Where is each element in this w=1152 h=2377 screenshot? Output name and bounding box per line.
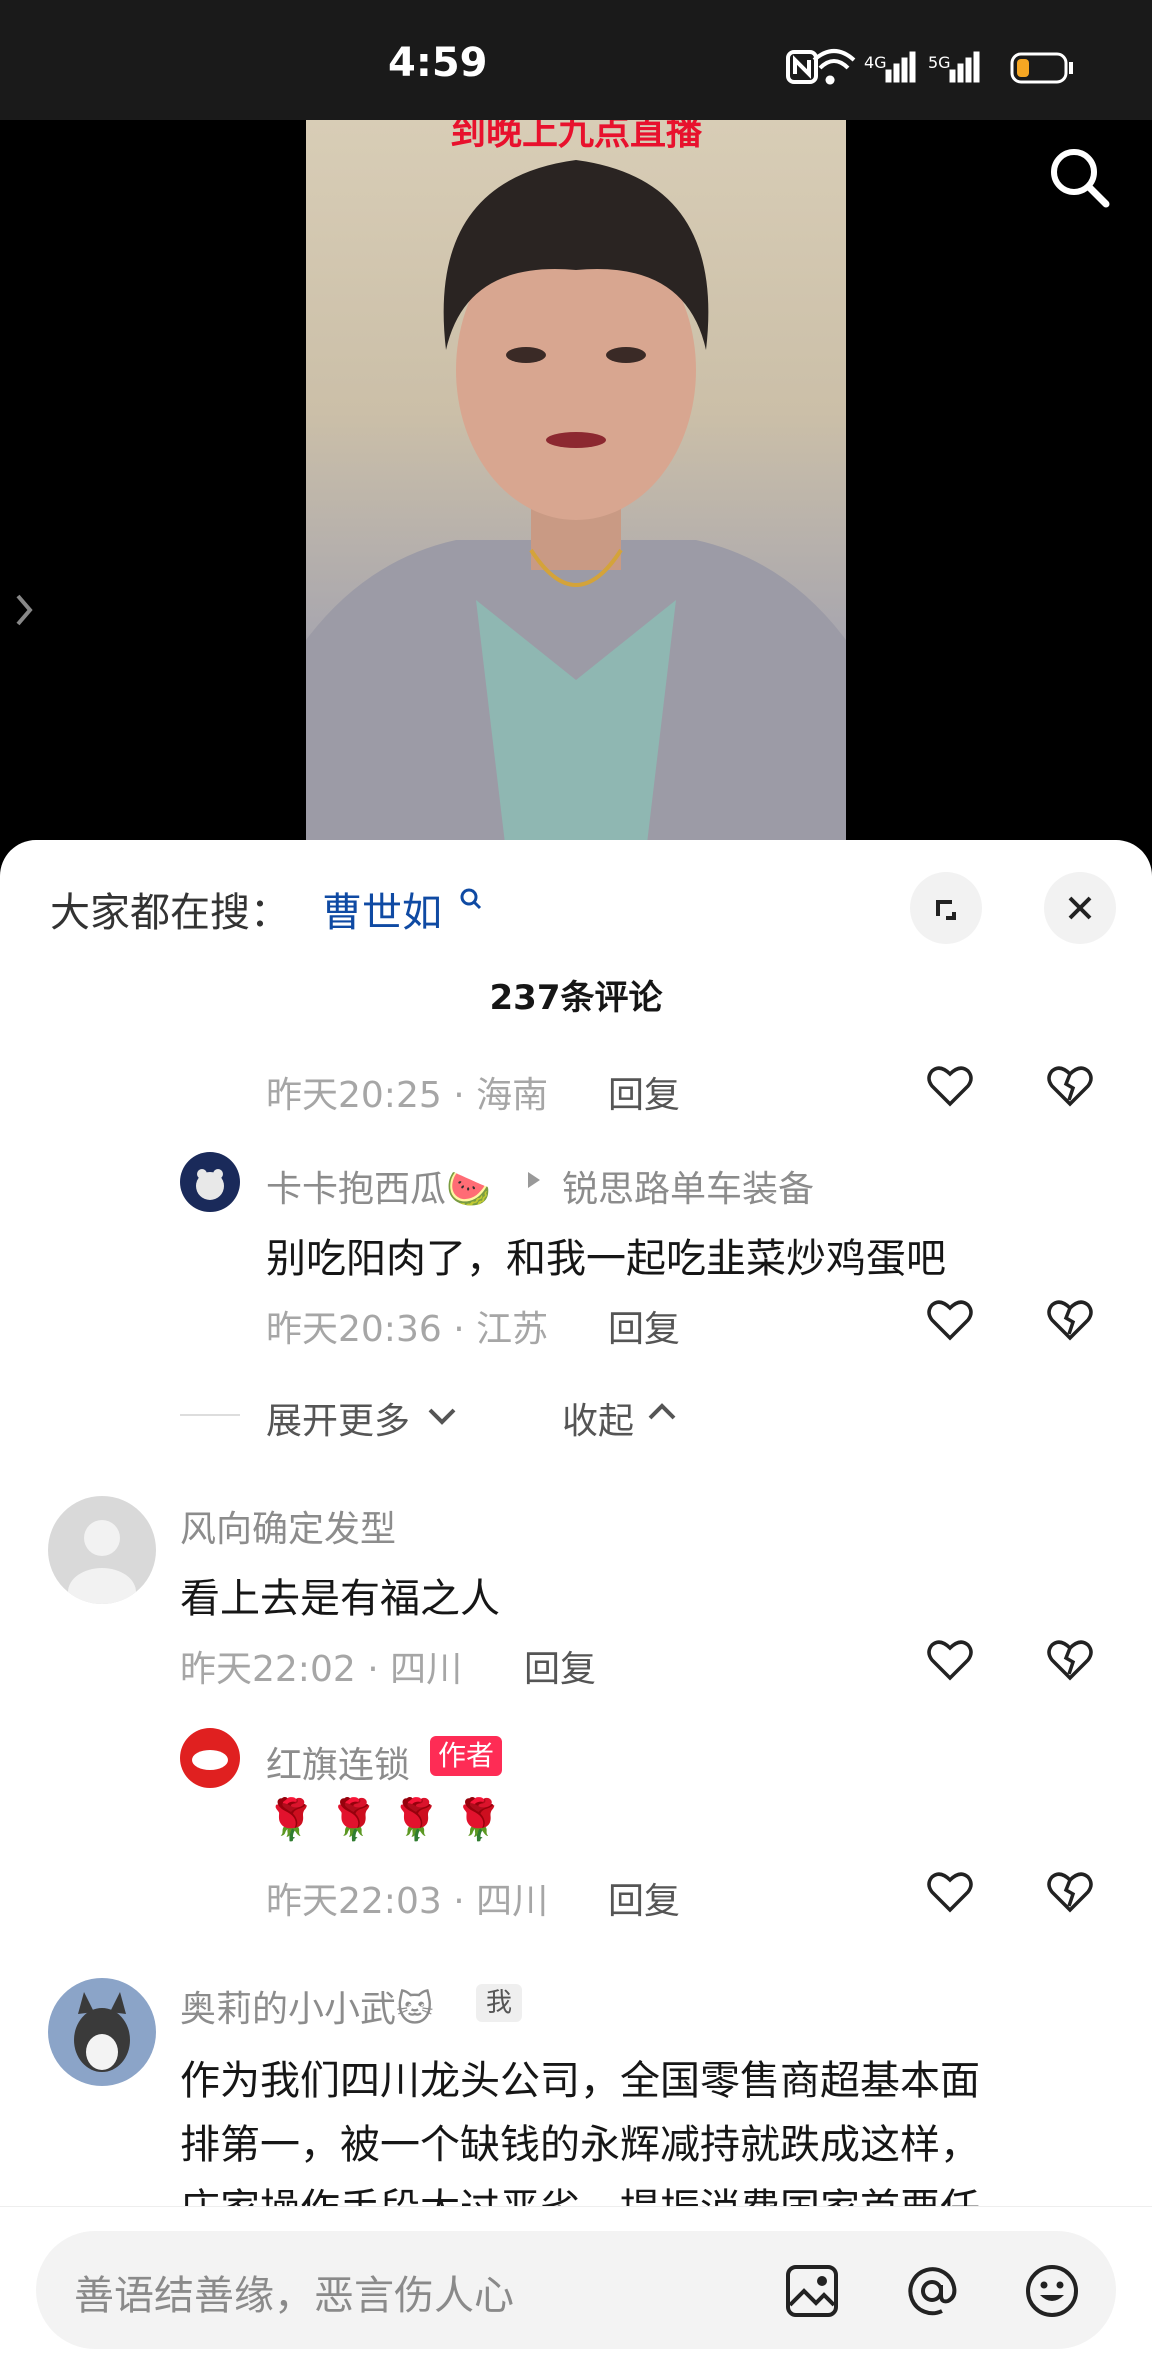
emoji-icon[interactable] [1022,2261,1082,2321]
svg-text:5G: 5G [928,53,951,72]
comment-input-placeholder: 善语结善缘，恶言伤人心 [74,2273,514,2319]
comment-text: 看上去是有福之人 [180,1576,500,1622]
reply-button[interactable]: 回复 [608,1066,680,1118]
video-person-image [306,160,846,852]
chevron-down-icon[interactable] [424,1402,460,1432]
comment-text: 别吃阳肉了，和我一起吃韭菜炒鸡蛋吧 [266,1236,946,1282]
comment-username[interactable]: 奥莉的小小武🐱 [180,1980,434,2032]
avatar[interactable] [180,1152,240,1212]
like-icon[interactable] [922,1058,978,1114]
like-icon[interactable] [922,1864,978,1920]
collapse-button[interactable]: 收起 [562,1392,634,1444]
clock: 4:59 [388,40,488,86]
comment-username[interactable]: 卡卡抱西瓜🍉 [266,1160,491,1212]
status-icons: 4G 5G [786,49,1073,85]
search-suggestion-term[interactable]: 曹世如 [322,880,442,938]
comment-input-bar: 善语结善缘，恶言伤人心 [0,2206,1152,2377]
divider [180,1414,240,1416]
avatar[interactable] [48,1496,156,1604]
svg-text:4G: 4G [864,53,887,72]
close-icon [1068,896,1092,920]
comment-text-line: 作为我们四川龙头公司，全国零售商超基本面 [180,2058,980,2104]
me-badge: 我 [476,1984,523,2022]
comment-meta: 昨天20:25 · 海南 [266,1075,549,1116]
search-icon[interactable] [1044,142,1116,214]
close-button[interactable] [1044,872,1116,944]
chevron-up-icon[interactable] [644,1396,680,1426]
dislike-icon[interactable] [1042,1632,1098,1688]
reply-to-username[interactable]: 锐思路单车装备 [562,1160,814,1212]
comment-input[interactable]: 善语结善缘，恶言伤人心 [36,2231,1116,2349]
image-icon[interactable] [782,2261,842,2321]
search-small-icon [460,888,482,910]
expand-button[interactable] [910,872,982,944]
avatar[interactable] [180,1728,240,1788]
reply-button[interactable]: 回复 [524,1640,596,1692]
chevron-right-icon[interactable] [10,590,40,630]
author-badge: 作者 [430,1736,503,1776]
status-bar: 4:59 4G 5G [0,0,1152,120]
comment-username[interactable]: 风向确定发型 [180,1500,396,1552]
dislike-icon[interactable] [1042,1864,1098,1920]
like-icon[interactable] [922,1632,978,1688]
comment-meta: 昨天20:36 · 江苏 [266,1309,549,1350]
comment-count: 237条评论 [489,978,663,1018]
mention-icon[interactable] [902,2261,962,2321]
like-icon[interactable] [922,1292,978,1348]
search-suggestion-label: 大家都在搜： [50,890,290,936]
dislike-icon[interactable] [1042,1058,1098,1114]
dislike-icon[interactable] [1042,1292,1098,1348]
comment-text-line: 排第一，被一个缺钱的永辉减持就跌成这样， [180,2122,980,2168]
expand-icon [936,900,956,920]
comment-username[interactable]: 红旗连锁 [266,1736,410,1788]
comment-meta: 昨天22:03 · 四川 [266,1881,549,1922]
expand-more-button[interactable]: 展开更多 [266,1392,410,1444]
reply-arrow-icon [528,1172,540,1188]
comment-meta: 昨天22:02 · 四川 [180,1649,463,1690]
reply-button[interactable]: 回复 [608,1300,680,1352]
avatar[interactable] [48,1978,156,2086]
video-frame[interactable]: 到晚上九点直播 [306,120,846,852]
reply-button[interactable]: 回复 [608,1872,680,1924]
comment-text: 🌹 🌹 🌹 🌹 [266,1797,504,1843]
